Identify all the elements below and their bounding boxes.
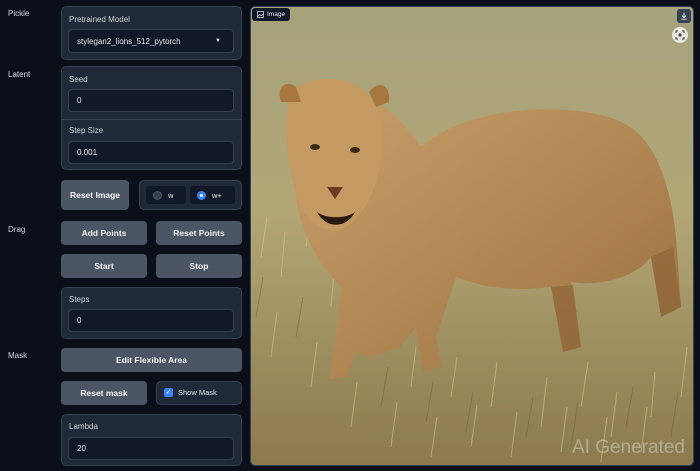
lambda-input[interactable]: 20	[68, 437, 234, 460]
latent-panel: Seed 0 Step Size 0.001	[61, 66, 242, 170]
stop-button[interactable]: Stop	[156, 254, 242, 278]
reset-image-button[interactable]: Reset Image	[61, 180, 129, 210]
radio-w-label: w	[168, 190, 174, 200]
radio-option-w-plus[interactable]: w+	[190, 186, 235, 204]
section-label-pickle: Pickle	[8, 9, 30, 18]
lambda-label: Lambda	[69, 422, 98, 431]
image-panel: Image AI Generated	[250, 6, 694, 466]
caret-down-icon: ▼	[215, 38, 221, 44]
step-size-label: Step Size	[69, 126, 104, 135]
image-tag-label: Image	[267, 11, 286, 18]
focus-icon[interactable]	[672, 27, 688, 43]
radio-option-w[interactable]: w	[146, 186, 186, 204]
download-icon[interactable]	[677, 9, 691, 23]
divider	[62, 119, 241, 120]
steps-input[interactable]: 0	[68, 309, 234, 332]
show-mask-checkbox[interactable]: ✓ Show Mask	[156, 381, 242, 405]
seed-label: Seed	[69, 75, 88, 84]
edit-flexible-area-button[interactable]: Edit Flexible Area	[61, 348, 242, 372]
show-mask-label: Show Mask	[178, 388, 217, 397]
reset-points-button[interactable]: Reset Points	[156, 221, 242, 245]
seed-input[interactable]: 0	[68, 89, 234, 112]
pretrained-model-dropdown[interactable]: stylegan2_lions_512_pytorch ▼	[68, 29, 234, 53]
pretrained-model-value: stylegan2_lions_512_pytorch	[77, 36, 181, 46]
steps-panel: Steps 0	[61, 287, 242, 339]
add-points-button[interactable]: Add Points	[61, 221, 147, 245]
section-label-latent: Latent	[8, 70, 31, 79]
section-label-drag: Drag	[8, 225, 26, 234]
pretrained-model-panel: Pretrained Model stylegan2_lions_512_pyt…	[61, 6, 242, 60]
step-size-value: 0.001	[77, 148, 98, 157]
ai-generated-watermark: AI Generated	[571, 437, 685, 458]
step-size-input[interactable]: 0.001	[68, 141, 234, 164]
image-tag: Image	[252, 8, 291, 21]
checkbox-checked-icon: ✓	[164, 388, 173, 397]
seed-value: 0	[77, 96, 82, 105]
pretrained-model-label: Pretrained Model	[69, 15, 130, 24]
lambda-panel: Lambda 20	[61, 414, 242, 466]
radio-w-plus-indicator	[197, 190, 206, 200]
lion-image[interactable]	[251, 7, 693, 465]
latent-space-radio-group: w w+	[139, 180, 242, 210]
radio-w-plus-label: w+	[212, 190, 222, 200]
section-label-mask: Mask	[8, 351, 28, 360]
steps-label: Steps	[69, 295, 90, 304]
start-button[interactable]: Start	[61, 254, 147, 278]
steps-value: 0	[77, 316, 82, 325]
reset-mask-button[interactable]: Reset mask	[61, 381, 147, 405]
radio-w-indicator	[153, 190, 162, 200]
lambda-value: 20	[77, 444, 86, 453]
image-icon	[257, 11, 264, 18]
